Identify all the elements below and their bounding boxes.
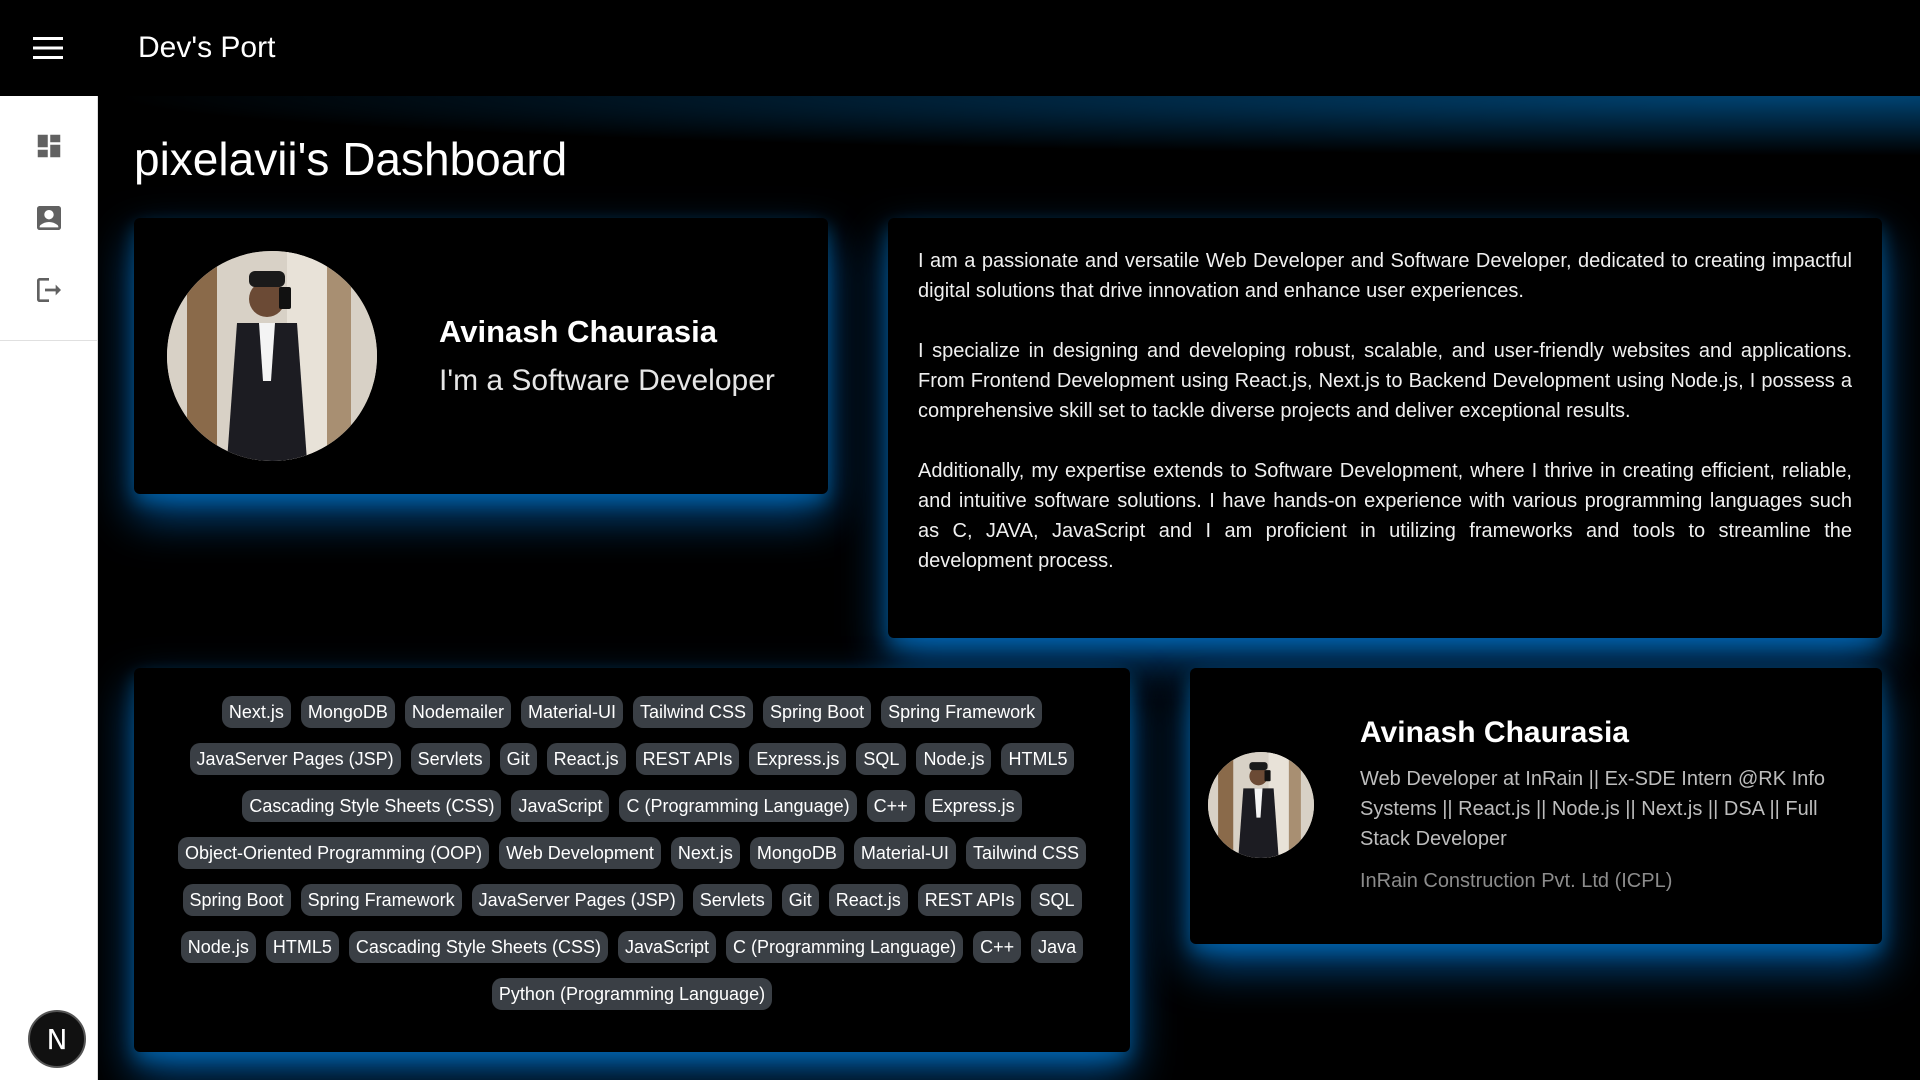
skill-chip[interactable]: HTML5: [1001, 743, 1075, 775]
skill-chip[interactable]: C++: [866, 790, 915, 822]
experience-card: Avinash Chaurasia Web Developer at InRai…: [1190, 668, 1882, 944]
skill-chip[interactable]: JavaScript: [511, 790, 610, 822]
skill-chip[interactable]: Node.js: [916, 743, 992, 775]
skill-chip[interactable]: Express.js: [924, 790, 1022, 822]
skill-chip[interactable]: SQL: [1031, 884, 1082, 916]
profile-card: Avinash Chaurasia I'm a Software Develop…: [134, 218, 828, 494]
dashboard-icon: [37, 134, 60, 158]
skill-chip[interactable]: JavaServer Pages (JSP): [471, 884, 683, 916]
skill-chip[interactable]: SQL: [856, 743, 907, 775]
skill-chip[interactable]: C (Programming Language): [619, 790, 857, 822]
logout-icon: [36, 278, 61, 302]
skill-chip[interactable]: Cascading Style Sheets (CSS): [242, 790, 502, 822]
skill-chip[interactable]: JavaScript: [617, 931, 716, 963]
skill-chip[interactable]: Spring Boot: [182, 884, 291, 916]
experience-photo: [1208, 752, 1314, 858]
about-card: I am a passionate and versatile Web Deve…: [888, 218, 1882, 638]
hamburger-menu-icon: [33, 37, 63, 59]
skill-chip[interactable]: Tailwind CSS: [632, 696, 754, 728]
sidebar-item-dashboard[interactable]: [0, 110, 97, 182]
skill-chip[interactable]: Object-Oriented Programming (OOP): [178, 837, 490, 869]
about-paragraph: I am a passionate and versatile Web Deve…: [918, 250, 1852, 302]
skill-chip[interactable]: Express.js: [749, 743, 847, 775]
experience-company: InRain Construction Pvt. Ltd (ICPL): [1360, 870, 1673, 892]
skill-chip[interactable]: HTML5: [265, 931, 339, 963]
skill-chip[interactable]: C++: [973, 931, 1022, 963]
experience-headline: Web Developer at InRain || Ex-SDE Intern…: [1360, 768, 1825, 850]
skill-chip[interactable]: Servlets: [410, 743, 490, 775]
skill-chip[interactable]: Spring Framework: [300, 884, 462, 916]
experience-name: Avinash Chaurasia: [1360, 716, 1629, 749]
profile-photo: [167, 251, 377, 461]
skills-card: Next.js MongoDB Nodemailer Material-UI T…: [134, 668, 1130, 1052]
skill-chip[interactable]: React.js: [828, 884, 908, 916]
sidebar: N: [0, 96, 98, 1080]
about-paragraph: I specialize in designing and developing…: [918, 340, 1852, 422]
skill-chip[interactable]: Node.js: [180, 931, 256, 963]
skill-chip[interactable]: REST APIs: [635, 743, 740, 775]
skill-chip[interactable]: Next.js: [221, 696, 291, 728]
skill-chip[interactable]: Material-UI: [520, 696, 623, 728]
skill-chip[interactable]: Material-UI: [853, 837, 956, 869]
skill-chip[interactable]: Python (Programming Language): [491, 978, 773, 1010]
skill-chip[interactable]: Nodemailer: [404, 696, 511, 728]
sidebar-item-profile[interactable]: [0, 182, 97, 254]
skills-chip-list: Next.js MongoDB Nodemailer Material-UI T…: [154, 696, 1110, 1010]
profile-name: Avinash Chaurasia: [439, 314, 717, 349]
skill-chip[interactable]: JavaServer Pages (JSP): [189, 743, 401, 775]
sidebar-nav-list: [0, 96, 97, 341]
sidebar-item-logout[interactable]: [0, 254, 97, 326]
skill-chip[interactable]: React.js: [546, 743, 626, 775]
skill-chip[interactable]: Servlets: [692, 884, 772, 916]
skill-chip[interactable]: MongoDB: [749, 837, 844, 869]
skill-chip[interactable]: Git: [781, 884, 819, 916]
skill-chip[interactable]: MongoDB: [300, 696, 395, 728]
user-avatar[interactable]: N: [28, 1010, 86, 1068]
menu-button[interactable]: [0, 0, 96, 96]
skill-chip[interactable]: Spring Framework: [881, 696, 1043, 728]
profile-role: I'm a Software Developer: [439, 364, 775, 397]
main-content: pixelavii's Dashboard Avinash Chaurasia …: [98, 96, 1920, 1080]
skill-chip[interactable]: Git: [499, 743, 537, 775]
about-paragraph: Additionally, my expertise extends to So…: [918, 460, 1852, 572]
skill-chip[interactable]: Next.js: [670, 837, 740, 869]
skill-chip[interactable]: Web Development: [499, 837, 661, 869]
app-bar: Dev's Port: [0, 0, 1920, 96]
skill-chip[interactable]: Cascading Style Sheets (CSS): [348, 931, 608, 963]
skill-chip[interactable]: REST APIs: [917, 884, 1022, 916]
app-title: Dev's Port: [138, 31, 276, 64]
skill-chip[interactable]: Spring Boot: [763, 696, 872, 728]
page-title: pixelavii's Dashboard: [134, 133, 568, 185]
skill-chip[interactable]: C (Programming Language): [726, 931, 964, 963]
skill-chip[interactable]: Java: [1031, 931, 1084, 963]
skill-chip[interactable]: Tailwind CSS: [965, 837, 1086, 869]
profile-icon: [36, 206, 61, 230]
